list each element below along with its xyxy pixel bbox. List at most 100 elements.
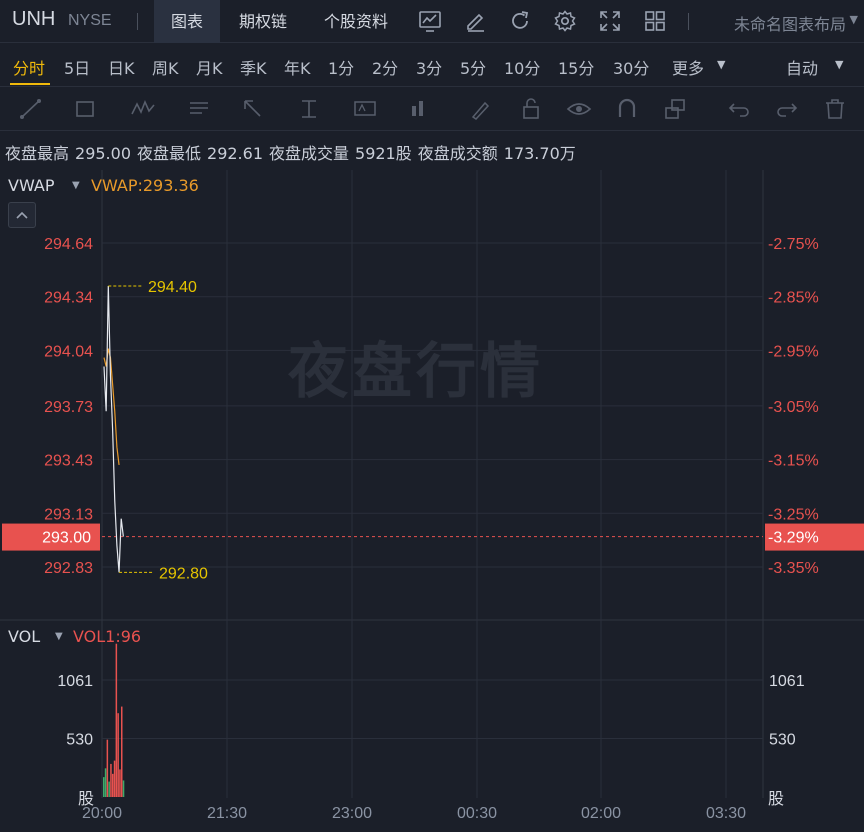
volume-bar bbox=[106, 739, 109, 797]
tab-options-chain[interactable]: 期权链 bbox=[225, 0, 301, 43]
fullscreen-icon[interactable] bbox=[598, 9, 622, 33]
symbol-label[interactable]: UNH bbox=[12, 8, 55, 31]
high-annotation-label: 294.40 bbox=[148, 279, 197, 296]
y-axis-right-tick: -3.25% bbox=[768, 506, 819, 523]
y-axis-left-tick: 293.43 bbox=[44, 453, 93, 470]
text-note-icon[interactable] bbox=[186, 96, 212, 122]
volume-bar bbox=[121, 706, 123, 797]
bar-measure-icon[interactable] bbox=[406, 96, 432, 122]
period-10min[interactable]: 10分 bbox=[504, 55, 540, 79]
current-price-label: 293.00 bbox=[42, 530, 91, 547]
period-daily[interactable]: 日K bbox=[108, 55, 135, 79]
trend-line-icon[interactable] bbox=[18, 96, 44, 122]
period-5day[interactable]: 5日 bbox=[64, 55, 90, 79]
wave-pattern-icon[interactable] bbox=[130, 96, 156, 122]
chevron-down-icon[interactable]: ▼ bbox=[72, 180, 80, 191]
brush-icon[interactable] bbox=[468, 96, 494, 122]
drawing-toolbar bbox=[0, 87, 864, 131]
high-value: 295.00 bbox=[75, 144, 131, 163]
arrow-icon[interactable] bbox=[240, 96, 266, 122]
price-range-icon[interactable] bbox=[296, 96, 322, 122]
period-weekly[interactable]: 周K bbox=[152, 55, 179, 79]
period-30min[interactable]: 30分 bbox=[613, 55, 649, 79]
grid-layout-icon[interactable] bbox=[643, 9, 667, 33]
x-axis-tick: 02:00 bbox=[581, 805, 621, 822]
pen-edit-icon[interactable] bbox=[464, 9, 488, 33]
turnover-value: 173.70万 bbox=[503, 144, 576, 163]
low-label: 夜盘最低 bbox=[137, 144, 202, 163]
turnover-label: 夜盘成交额 bbox=[417, 144, 498, 163]
period-more[interactable]: 更多 bbox=[672, 55, 704, 79]
volume-bar bbox=[115, 643, 118, 797]
trash-icon[interactable] bbox=[822, 96, 848, 122]
y-axis-right-tick: -2.75% bbox=[768, 236, 819, 253]
exchange-label: NYSE bbox=[68, 12, 112, 29]
y-axis-left-tick: 294.04 bbox=[44, 343, 93, 360]
rectangle-icon[interactable] bbox=[72, 96, 98, 122]
scale-mode-selector[interactable]: 自动 bbox=[786, 55, 818, 79]
label-box-icon[interactable] bbox=[352, 96, 378, 122]
volume-bar bbox=[119, 769, 121, 797]
y-axis-right-tick: -3.15% bbox=[768, 453, 819, 470]
session-stats: 夜盘最高 295.00 夜盘最低 292.61 夜盘成交量 5921股 夜盘成交额 173.7… bbox=[5, 140, 576, 164]
refresh-icon[interactable] bbox=[508, 9, 532, 33]
period-1min[interactable]: 1分 bbox=[328, 55, 354, 79]
volume-axis-left-tick: 1061 bbox=[57, 673, 93, 690]
chevron-down-icon[interactable]: ▼ bbox=[835, 58, 843, 71]
volume-bar bbox=[122, 780, 125, 797]
y-axis-left-tick: 294.64 bbox=[44, 236, 93, 253]
tab-chart[interactable]: 图表 bbox=[154, 0, 220, 43]
chevron-up-icon bbox=[16, 211, 28, 219]
tab-stock-profile[interactable]: 个股资料 bbox=[310, 0, 402, 43]
y-axis-left-tick: 293.73 bbox=[44, 399, 93, 416]
period-intraday[interactable]: 分时 bbox=[13, 55, 45, 79]
y-axis-right-tick: -2.85% bbox=[768, 290, 819, 307]
vwap-indicator-value: VWAP:293.36 bbox=[91, 176, 199, 195]
volume-bar bbox=[117, 713, 119, 797]
chevron-down-icon[interactable]: ▼ bbox=[55, 631, 63, 642]
x-axis-tick: 20:00 bbox=[82, 805, 122, 822]
magnet-icon[interactable] bbox=[614, 96, 640, 122]
period-bar: 分时 5日 日K 周K 月K 季K 年K 1分 2分 3分 5分 10分 15分… bbox=[0, 43, 864, 87]
price-volume-chart[interactable]: 294.64 -2.75% 294.34 -2.85% 294.04 -2.95% 293.… bbox=[0, 170, 864, 832]
volume-axis-right-tick: 1061 bbox=[769, 673, 805, 690]
lock-icon[interactable] bbox=[518, 96, 544, 122]
redo-icon[interactable] bbox=[774, 96, 800, 122]
collapse-button[interactable] bbox=[8, 202, 36, 228]
divider bbox=[688, 13, 689, 30]
period-yearly[interactable]: 年K bbox=[284, 55, 311, 79]
vol-indicator-value: VOL1:96 bbox=[73, 627, 142, 646]
period-2min[interactable]: 2分 bbox=[372, 55, 398, 79]
line-chart-icon[interactable] bbox=[418, 9, 442, 33]
price-line bbox=[103, 285, 124, 573]
period-3min[interactable]: 3分 bbox=[416, 55, 442, 79]
y-axis-right-tick: -2.95% bbox=[768, 343, 819, 360]
eye-icon[interactable] bbox=[566, 96, 592, 122]
gear-icon[interactable] bbox=[553, 9, 577, 33]
layout-selector[interactable]: 未命名图表布局 bbox=[734, 11, 846, 35]
chevron-down-icon[interactable]: ▼ bbox=[850, 13, 858, 26]
x-axis-tick: 23:00 bbox=[332, 805, 372, 822]
watermark: 夜盘行情 bbox=[288, 337, 544, 407]
clone-icon[interactable] bbox=[662, 96, 688, 122]
vwap-indicator-name[interactable]: VWAP bbox=[8, 176, 54, 195]
period-quarterly[interactable]: 季K bbox=[240, 55, 267, 79]
y-axis-right-tick: -3.35% bbox=[768, 560, 819, 577]
volume-axis-left-tick: 530 bbox=[66, 732, 93, 749]
period-monthly[interactable]: 月K bbox=[196, 55, 223, 79]
x-axis-tick: 03:30 bbox=[706, 805, 746, 822]
chevron-down-icon[interactable]: ▼ bbox=[717, 58, 725, 71]
volume-axis-right-tick: 530 bbox=[769, 732, 796, 749]
current-change-label: -3.29% bbox=[768, 530, 819, 547]
low-value: 292.61 bbox=[207, 144, 263, 163]
y-axis-left-tick: 294.34 bbox=[44, 290, 93, 307]
active-period-indicator bbox=[10, 83, 50, 85]
volume-value: 5921股 bbox=[355, 144, 412, 163]
volume-bar bbox=[110, 763, 112, 797]
volume-label: 夜盘成交量 bbox=[269, 144, 350, 163]
vol-indicator-name[interactable]: VOL bbox=[8, 627, 40, 646]
undo-icon[interactable] bbox=[726, 96, 752, 122]
x-axis-tick: 21:30 bbox=[207, 805, 247, 822]
period-5min[interactable]: 5分 bbox=[460, 55, 486, 79]
period-15min[interactable]: 15分 bbox=[558, 55, 594, 79]
